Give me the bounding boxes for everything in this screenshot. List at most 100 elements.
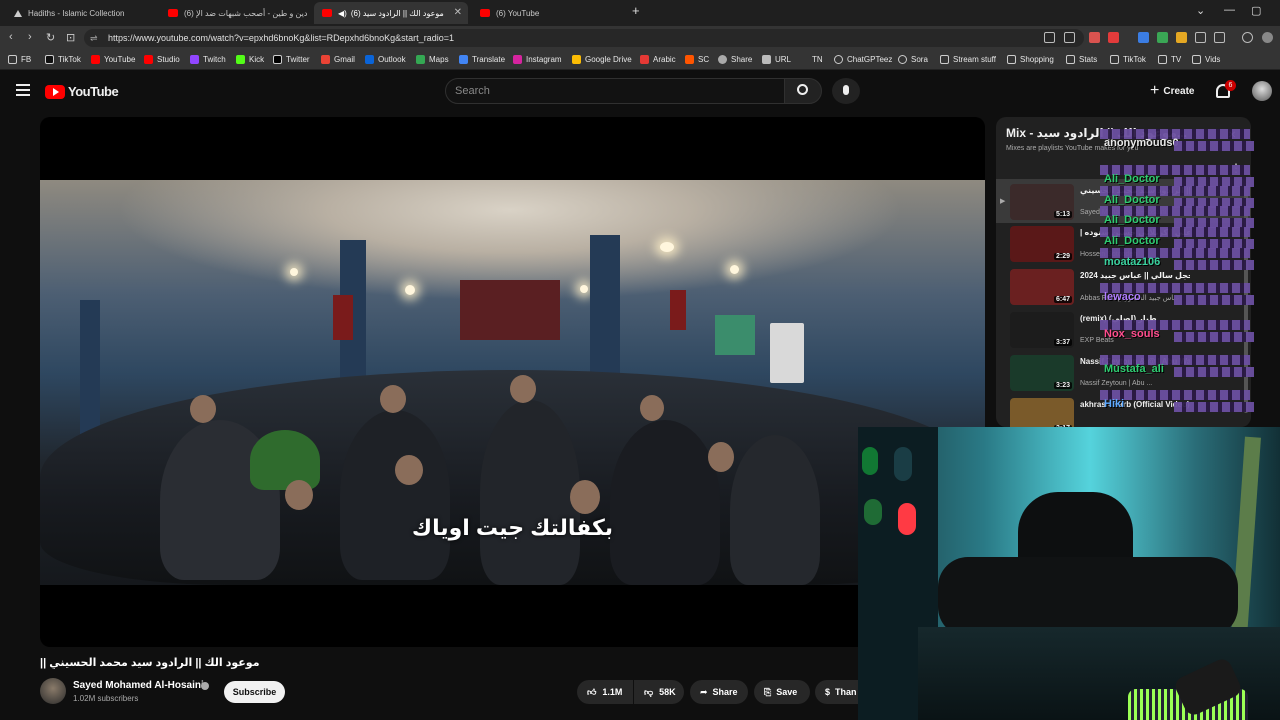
search-placeholder: Search — [455, 85, 490, 97]
youtube-logo[interactable]: YouTube — [45, 84, 119, 99]
search-button[interactable] — [784, 78, 822, 104]
tab-youtube[interactable]: (6) YouTube — [472, 2, 622, 24]
bookmark-tn[interactable]: TN — [812, 55, 823, 64]
video-duration: 5:13 — [1053, 211, 1072, 218]
tab-label: (6) موعود الك || الرادود سيد — [350, 8, 444, 18]
new-tab-icon[interactable]: + — [632, 3, 640, 18]
webcam-overlay — [858, 427, 1280, 720]
bookmark-kick[interactable]: Kick — [236, 55, 264, 64]
bookmark-share[interactable]: Share — [718, 55, 752, 64]
notification-badge: 6 — [1225, 80, 1236, 91]
head — [640, 395, 664, 421]
share-icon: ➦ — [700, 686, 708, 697]
bookmark-google-drive[interactable]: Google Drive — [572, 55, 632, 64]
channel-name[interactable]: Sayed Mohamed Al-Hosaini — [73, 680, 204, 691]
dislike-button[interactable]: 👎︎ 58K — [634, 680, 684, 704]
bookmark-twitch[interactable]: Twitch — [190, 55, 226, 64]
bookmark-studio[interactable]: Studio — [144, 55, 180, 64]
save-button[interactable]: ⎘ Save — [754, 680, 810, 704]
thumbs-up-icon: 👍︎ — [587, 686, 597, 697]
bookmark-translate[interactable]: Translate — [459, 55, 505, 64]
ceiling-light — [405, 285, 415, 295]
bookmark-fb[interactable]: FB — [8, 55, 31, 64]
bookmark-gmail[interactable]: Gmail — [321, 55, 355, 64]
bookmark-folder-tv[interactable]: TV — [1158, 55, 1181, 64]
tab-search-icon[interactable]: ⌄ — [1196, 4, 1205, 17]
chat-username: anonymouus0 — [1104, 137, 1179, 149]
bookmark-page-icon[interactable]: ⊡ — [66, 31, 75, 44]
channel-avatar[interactable] — [40, 678, 66, 704]
tab-deen[interactable]: (6) دين و طين - أصحب شبهات ضد الإ — [160, 2, 310, 24]
share-button[interactable]: ➦ Share — [690, 680, 748, 704]
video-duration: 3:37 — [1053, 339, 1072, 346]
bookmark-folder-tiktok[interactable]: TikTok — [1110, 55, 1146, 64]
bookmark-sora[interactable]: Sora — [898, 55, 928, 64]
create-label: Create — [1163, 85, 1195, 97]
youtube-favicon-icon — [322, 9, 332, 17]
tab-hadiths[interactable]: Hadiths - Islamic Collection — [6, 2, 156, 24]
chandelier — [660, 242, 674, 252]
extension-yellow-icon[interactable] — [1176, 32, 1187, 43]
extension-green-icon[interactable] — [1157, 32, 1168, 43]
extensions-icon[interactable] — [1195, 32, 1206, 43]
wall-banner — [333, 295, 353, 340]
media-icon[interactable] — [1242, 32, 1253, 43]
wall-light — [864, 499, 882, 525]
extension-shield-icon[interactable] — [1089, 32, 1100, 43]
bookmark-youtube[interactable]: YouTube — [91, 55, 135, 64]
head — [380, 385, 406, 413]
video-subtitle: بكفالتك جيت اوياك — [411, 515, 614, 540]
chat-username: Nox_souls — [1104, 328, 1160, 340]
reload-icon[interactable]: ↻ — [46, 31, 55, 44]
forward-icon[interactable]: › — [28, 31, 32, 43]
url-text: https://www.youtube.com/watch?v=epxhd6bn… — [108, 33, 454, 43]
bookmark-tiktok[interactable]: TikTok — [45, 55, 81, 64]
search-input[interactable]: Search — [445, 78, 785, 104]
account-avatar[interactable] — [1252, 81, 1272, 101]
profile-avatar[interactable] — [1262, 32, 1273, 43]
chat-emote-row — [1174, 260, 1254, 270]
bookmark-folder-vids[interactable]: Vids — [1192, 55, 1220, 64]
sidebar-icon[interactable] — [1214, 32, 1225, 43]
like-button[interactable]: 👍︎ 1.1M — [577, 680, 633, 704]
bookmark-folder-stats[interactable]: Stats — [1066, 55, 1097, 64]
chat-username: Hiki — [1104, 398, 1125, 410]
subscribe-button[interactable]: Subscribe — [224, 681, 285, 703]
extension-blue-icon[interactable] — [1138, 32, 1149, 43]
create-button[interactable]: + Create — [1150, 82, 1194, 100]
bookmark-maps[interactable]: Maps — [416, 55, 449, 64]
url-field[interactable]: ⇌ https://www.youtube.com/watch?v=epxhd6… — [84, 29, 1084, 47]
pillar — [80, 300, 100, 440]
tab-current-video[interactable]: ◀) (6) موعود الك || الرادود سيد ✕ — [314, 2, 468, 24]
dislike-count: 58K — [659, 687, 676, 697]
bookmark-chatgpteez[interactable]: ChatGPTeez — [834, 55, 892, 64]
chat-username: Ali_Doctor — [1104, 235, 1160, 247]
playlist-thumbnail: 2:29 — [1010, 226, 1074, 262]
subscriber-count: 1.02M subscribers — [73, 694, 139, 703]
bookmark-folder-stream-stuff[interactable]: Stream stuff — [940, 55, 996, 64]
video-player[interactable]: بكفالتك جيت اوياك — [40, 117, 985, 647]
cast-icon[interactable] — [1044, 32, 1055, 43]
extension-red-icon[interactable] — [1108, 32, 1119, 43]
wall-banner — [460, 280, 560, 340]
tab-favicon-icon — [14, 9, 22, 17]
close-tab-icon[interactable]: ✕ — [454, 7, 462, 18]
maximize-icon[interactable]: ▢ — [1251, 4, 1261, 17]
voice-search-button[interactable] — [832, 78, 860, 104]
head — [570, 480, 600, 514]
bookmark-sc[interactable]: SC — [685, 55, 709, 64]
bookmark-arabic[interactable]: Arabic — [640, 55, 676, 64]
plus-icon: + — [1150, 82, 1160, 99]
bookmark-url[interactable]: URL — [762, 55, 791, 64]
menu-icon[interactable] — [16, 84, 30, 96]
site-info-icon[interactable]: ⇌ — [90, 29, 98, 47]
back-icon[interactable]: ‹ — [9, 31, 13, 43]
minimize-icon[interactable]: — — [1224, 4, 1235, 16]
bookmark-twitter[interactable]: Twitter — [273, 55, 310, 64]
bookmark-folder-shopping[interactable]: Shopping — [1007, 55, 1054, 64]
bookmark-instagram[interactable]: Instagram — [513, 55, 562, 64]
share-label: Share — [712, 687, 738, 697]
share-page-icon[interactable] — [1064, 32, 1075, 43]
bookmark-outlook[interactable]: Outlook — [365, 55, 406, 64]
speaker-icon[interactable]: ◀) — [338, 9, 347, 18]
